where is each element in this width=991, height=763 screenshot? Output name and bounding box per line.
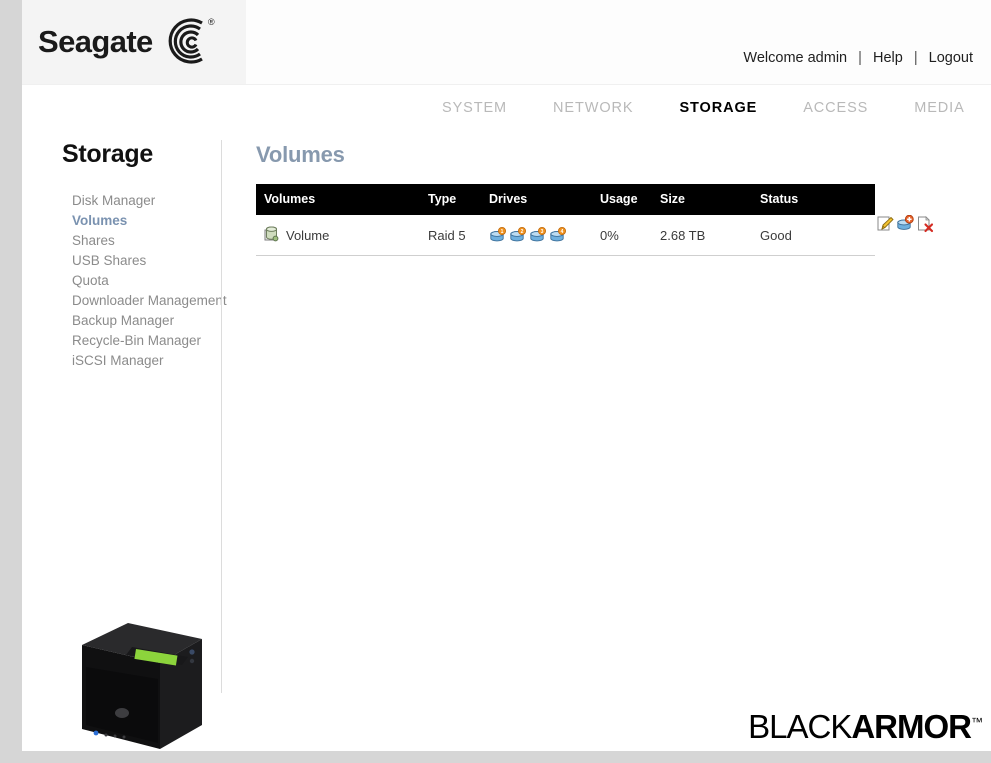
nav-item-network[interactable]: NETWORK: [553, 100, 633, 116]
seagate-wordmark: Seagate: [38, 24, 153, 59]
row-action-buttons: [876, 214, 934, 233]
sidebar-item-downloader-management[interactable]: Downloader Management: [72, 291, 227, 311]
column-header-volumes: Volumes: [256, 184, 428, 215]
header-separator-1: |: [858, 50, 862, 66]
column-header-drives: Drives: [489, 184, 600, 215]
sidebar-item-iscsi-manager[interactable]: iSCSI Manager: [72, 351, 222, 371]
sidebar-menu: Disk Manager Volumes Shares USB Shares Q…: [72, 191, 227, 371]
drive-badge-number-2: 2: [521, 229, 524, 235]
welcome-text: Welcome admin: [743, 50, 848, 66]
browser-page: Seagate ® Welcome admin | Help | Logout …: [0, 0, 991, 763]
page-bottom-strip: [0, 751, 991, 763]
cell-volume-drives: 1 2 3 4: [489, 215, 600, 256]
drive-icon-3[interactable]: 3: [529, 226, 546, 244]
blackarmor-nas-device-image: [70, 617, 220, 757]
main-content: Volumes Volumes Type Drives Usage Size S…: [256, 129, 956, 256]
header-separator-2: |: [913, 50, 918, 66]
drive-icon-2[interactable]: 2: [509, 226, 526, 244]
column-header-size: Size: [660, 184, 760, 215]
cell-volume-size: 2.68 TB: [660, 215, 760, 256]
main-navigation: SYSTEM NETWORK STORAGE ACCESS MEDIA: [22, 84, 991, 130]
column-header-usage: Usage: [600, 184, 660, 215]
registered-mark: ®: [208, 17, 215, 27]
logout-link[interactable]: Logout: [929, 50, 973, 66]
cell-volume-type: Raid 5: [428, 215, 489, 256]
column-header-type: Type: [428, 184, 489, 215]
sidebar-item-shares[interactable]: Shares: [72, 231, 222, 251]
delete-volume-icon[interactable]: [916, 215, 934, 233]
help-link[interactable]: Help: [873, 50, 903, 66]
nav-item-storage[interactable]: STORAGE: [679, 100, 757, 116]
nav-item-access[interactable]: ACCESS: [803, 100, 868, 116]
sidebar-item-quota[interactable]: Quota: [72, 271, 222, 291]
drive-badge-number-4: 4: [561, 229, 564, 235]
sidebar-item-disk-manager[interactable]: Disk Manager: [72, 191, 222, 211]
edit-volume-icon[interactable]: [876, 215, 894, 233]
status-badge: Good: [760, 215, 875, 256]
volumes-table-head: Volumes Type Drives Usage Size Status: [256, 184, 875, 215]
drive-badge-number-1: 1: [501, 229, 504, 235]
sidebar-divider: [221, 140, 222, 693]
app-frame: Seagate ® Welcome admin | Help | Logout …: [22, 0, 991, 751]
blackarmor-logo-light: BLACK: [748, 708, 852, 745]
table-header-row: Volumes Type Drives Usage Size Status: [256, 184, 875, 215]
brand-logo[interactable]: Seagate ®: [22, 0, 246, 84]
seagate-swirl-logo-icon: ®: [156, 13, 218, 71]
drive-icon-1[interactable]: 1: [489, 226, 506, 244]
column-header-status: Status: [760, 184, 875, 215]
add-disk-icon[interactable]: [896, 214, 914, 233]
nav-item-system[interactable]: SYSTEM: [442, 100, 507, 116]
sidebar: Storage Disk Manager Volumes Shares USB …: [40, 129, 227, 749]
table-row[interactable]: Volume Raid 5 1 2 3 4 0% 2.68 TB Good: [256, 215, 875, 256]
sidebar-item-usb-shares[interactable]: USB Shares: [72, 251, 222, 271]
sidebar-title: Storage: [62, 140, 153, 168]
volumes-table-body: Volume Raid 5 1 2 3 4 0% 2.68 TB Good: [256, 215, 875, 256]
volumes-table-wrapper: Volumes Type Drives Usage Size Status Vo…: [256, 184, 934, 256]
blackarmor-logo-bold: ARMOR: [851, 708, 972, 745]
header-user-links: Welcome admin | Help | Logout: [743, 50, 973, 66]
page-header: Seagate ® Welcome admin | Help | Logout: [22, 0, 991, 84]
sidebar-item-backup-manager[interactable]: Backup Manager: [72, 311, 222, 331]
drive-icon-4[interactable]: 4: [549, 226, 566, 244]
volumes-table: Volumes Type Drives Usage Size Status Vo…: [256, 184, 875, 256]
volume-name-text: Volume: [286, 227, 330, 243]
blackarmor-logo: BLACKARMOR™: [748, 710, 983, 743]
page-title: Volumes: [256, 142, 345, 167]
nav-item-media[interactable]: MEDIA: [914, 100, 964, 116]
drive-badge-number-3: 3: [541, 229, 544, 235]
cell-volume-name: Volume: [256, 215, 428, 256]
sidebar-item-volumes[interactable]: Volumes: [72, 211, 222, 231]
cell-volume-usage: 0%: [600, 215, 660, 256]
drive-icon-list: 1 2 3 4: [489, 226, 600, 244]
trademark-symbol: ™: [971, 715, 983, 729]
sidebar-item-recycle-bin-manager[interactable]: Recycle-Bin Manager: [72, 331, 222, 351]
volume-disk-icon: [264, 226, 280, 245]
